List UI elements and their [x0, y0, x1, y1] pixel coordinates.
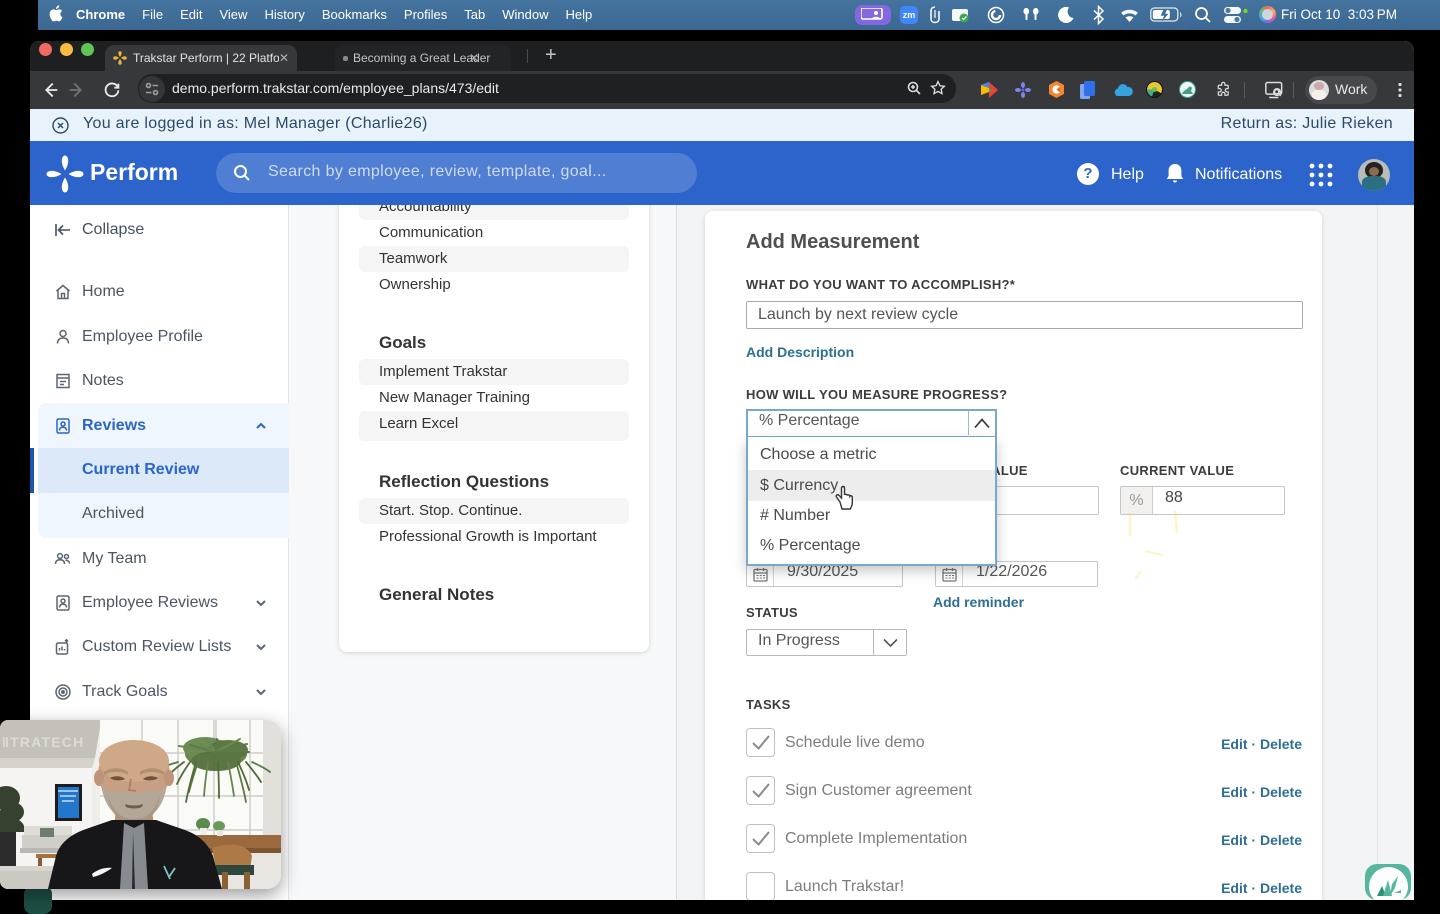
svg-text:‖TRATECH: ‖TRATECH	[2, 734, 84, 750]
